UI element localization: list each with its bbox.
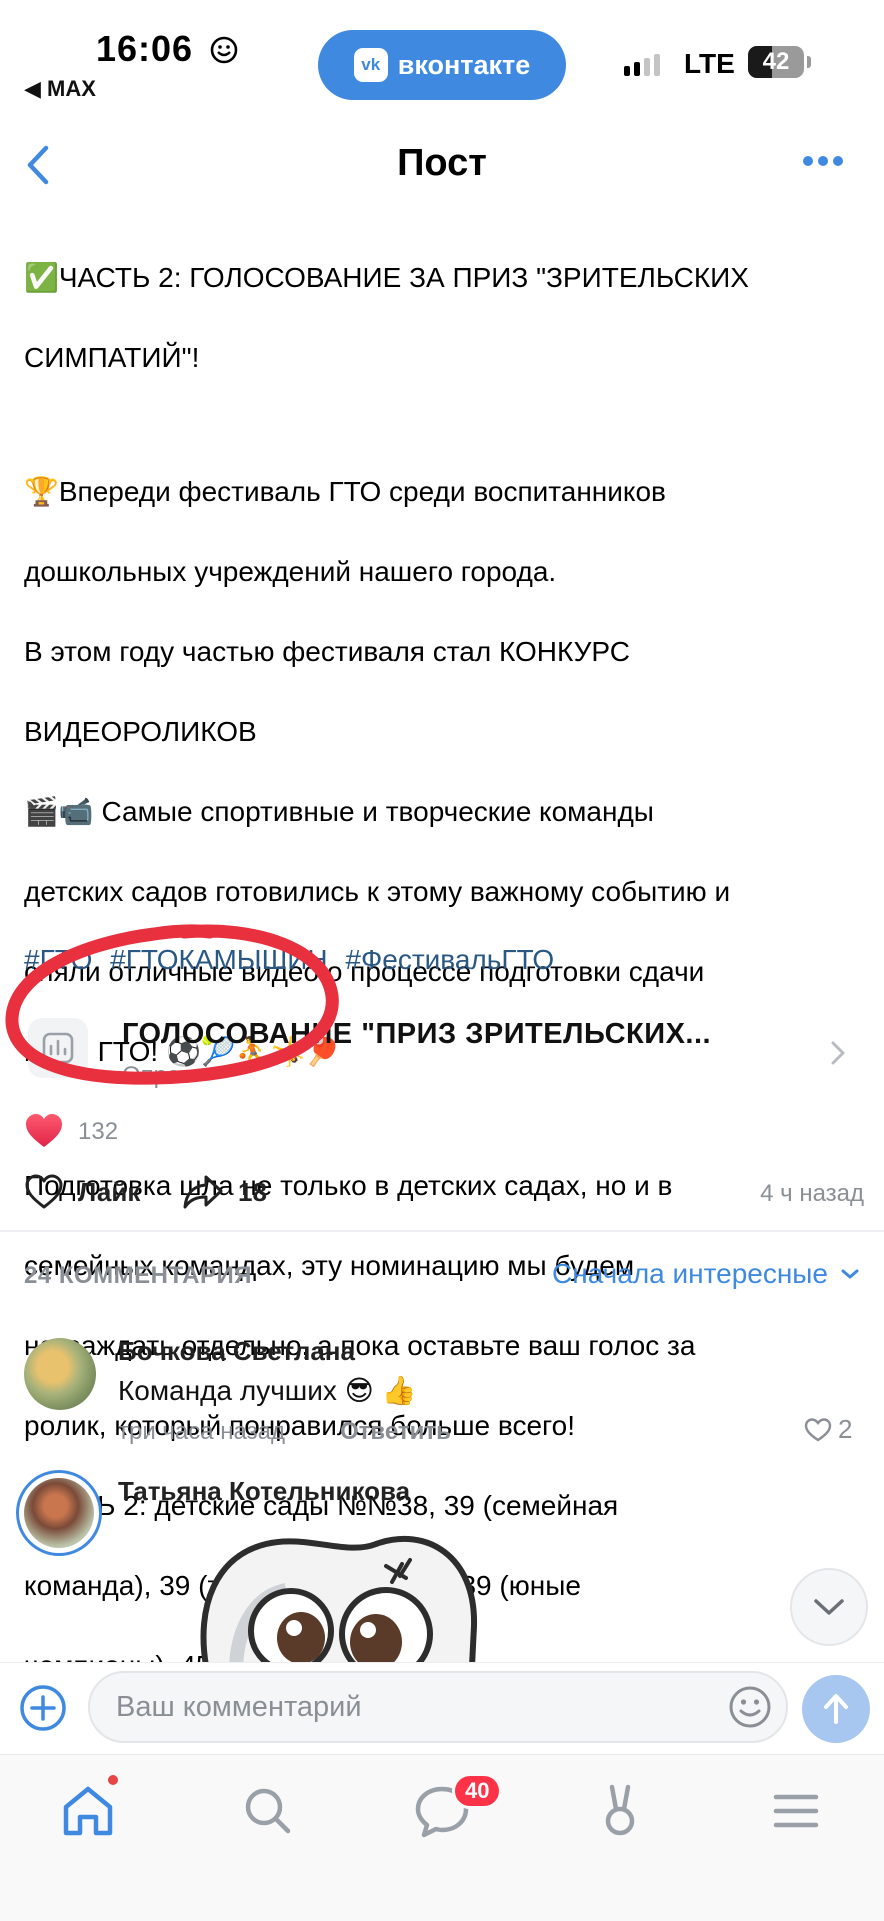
chevron-down-icon (814, 1599, 844, 1615)
post-line: В этом году частью фестиваля стал КОНКУР… (24, 636, 630, 667)
back-to-app-link[interactable]: ◀ MAX (24, 76, 96, 102)
comment-time: три часа назад (118, 1418, 285, 1445)
chevron-right-icon (831, 1041, 845, 1065)
post-paragraph-title: ✅ЧАСТЬ 2: ГОЛОСОВАНИЕ ЗА ПРИЗ "ЗРИТЕЛЬСК… (24, 218, 860, 418)
scroll-down-button[interactable] (790, 1568, 868, 1646)
send-button[interactable] (802, 1675, 870, 1743)
sort-label: Сначала интересные (552, 1258, 828, 1289)
page-title: Пост (397, 142, 487, 184)
post-line: ВИДЕОРОЛИКОВ (24, 716, 257, 747)
bottom-tab-bar: 40 (0, 1754, 884, 1921)
share-arrow-icon (183, 1175, 223, 1209)
vk-logo-icon: vk (353, 48, 388, 82)
app-pill-label: вконтакте (397, 49, 531, 80)
comment-text: Команда лучших 😎 👍 (118, 1375, 417, 1406)
post-line: 🎬📹 Самые спортивные и творческие команды (24, 796, 654, 827)
home-notification-dot (108, 1775, 118, 1785)
sticker-image (200, 1535, 478, 1666)
like-label: Лайк (78, 1176, 141, 1207)
heart-outline-icon (25, 1174, 63, 1209)
network-type: LTE (684, 48, 735, 79)
comments-count: 24 КОММЕНТАРИЯ (24, 1262, 252, 1289)
post-line: детских садов готовились к этому важному… (24, 876, 731, 907)
home-tab-icon[interactable] (56, 1779, 120, 1843)
divider (0, 1230, 884, 1232)
comment-like-count: 2 (838, 1414, 853, 1444)
heart-outline-icon (804, 1417, 832, 1441)
heart-reaction-icon (26, 1114, 62, 1147)
comment-compose-bar (0, 1662, 884, 1755)
red-annotation-circle (5, 924, 339, 1085)
comment-author[interactable]: Татьяна Котельникова (118, 1476, 410, 1507)
clock: 16:06 (96, 28, 194, 69)
avatar[interactable] (16, 1470, 102, 1556)
clips-tab-icon[interactable] (588, 1779, 652, 1843)
comments-sort-dropdown[interactable]: Сначала интересные (552, 1258, 860, 1290)
app-pill[interactable]: vk вконтакте (318, 30, 566, 100)
hashtag-link[interactable]: #ФестивальГТО (345, 944, 554, 975)
post-line: ✅ЧАСТЬ 2: ГОЛОСОВАНИЕ ЗА ПРИЗ "ЗРИТЕЛЬСК… (24, 262, 749, 293)
comment-input[interactable] (88, 1671, 788, 1743)
emoji-icon[interactable] (728, 1685, 772, 1729)
post-line: дошкольных учреждений нашего города. (24, 556, 557, 587)
post-line: 🏆Впереди фестиваль ГТО среди воспитанник… (24, 476, 666, 507)
add-attachment-icon[interactable] (18, 1683, 68, 1733)
battery-percent: 42 (762, 48, 790, 75)
top-nav: Пост (0, 130, 884, 200)
post-actions: Лайк 18 4 ч назад (24, 1168, 864, 1218)
search-tab-icon[interactable] (236, 1779, 300, 1843)
reply-button[interactable]: Ответить (340, 1418, 451, 1446)
like-button[interactable]: Лайк (24, 1168, 140, 1216)
avatar[interactable] (24, 1338, 96, 1410)
share-button[interactable]: 18 (182, 1168, 267, 1216)
battery-icon: 42 (748, 46, 811, 78)
arrow-up-icon (824, 1694, 848, 1724)
comments-header: 24 КОММЕНТАРИЯ Сначала интересные (24, 1258, 860, 1302)
avatar-photo (24, 1478, 94, 1548)
messages-badge: 40 (452, 1773, 503, 1809)
comment-like-button[interactable]: 2 (804, 1414, 852, 1445)
signal-icon (624, 54, 660, 76)
menu-tab-icon[interactable] (764, 1779, 828, 1843)
post-timestamp: 4 ч назад (760, 1180, 864, 1207)
status-bar: 16:06 ◀ MAX vk вконтакте LTE 42 (0, 0, 884, 110)
chevron-down-icon (841, 1269, 859, 1279)
more-options-icon[interactable] (802, 154, 844, 168)
share-count: 18 (238, 1176, 267, 1207)
reaction-count: 132 (78, 1118, 119, 1145)
comment-author[interactable]: Бочкова Светлана (118, 1336, 355, 1367)
smile-status-icon (210, 36, 238, 64)
post-line: СИМПАТИЙ"! (24, 342, 200, 373)
